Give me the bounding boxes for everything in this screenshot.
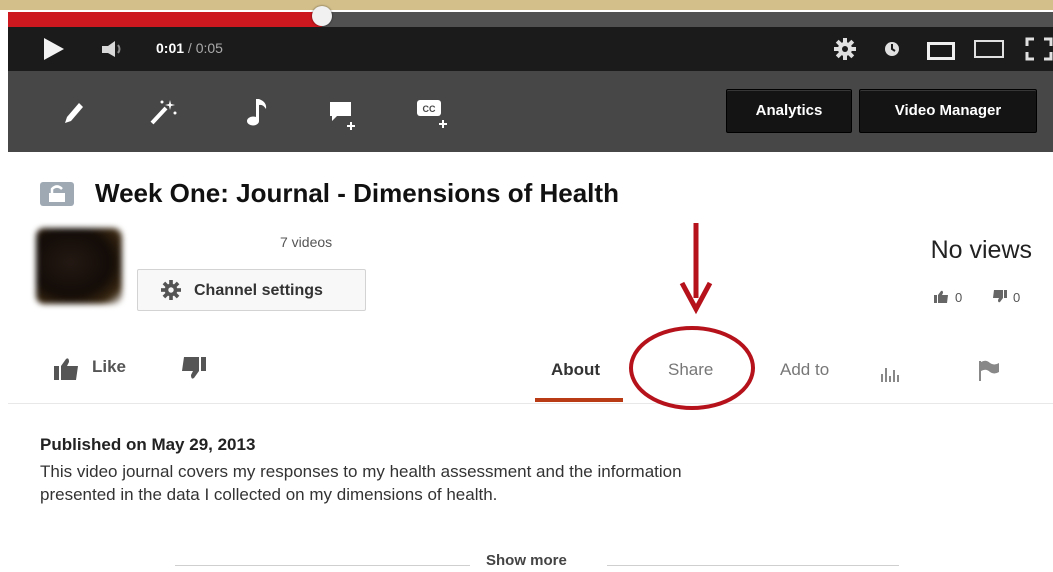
published-date: Published on May 29, 2013 — [40, 435, 256, 454]
lock-icon — [40, 182, 74, 206]
time-separator: / — [184, 40, 196, 56]
show-more-rule-right — [607, 565, 899, 566]
dislike-button[interactable] — [180, 356, 206, 380]
view-count: No views — [930, 236, 1032, 264]
show-more-rule-left — [175, 565, 470, 566]
fullscreen-icon[interactable] — [1025, 37, 1053, 61]
magic-wand-enhance-icon[interactable] — [148, 98, 178, 126]
statistics-icon[interactable] — [880, 364, 900, 382]
channel-settings-label: Channel settings — [194, 282, 323, 299]
music-note-audio-icon[interactable] — [245, 96, 269, 128]
browser-top-edge — [0, 0, 1053, 10]
dislike-count: 0 — [1013, 290, 1021, 305]
thumbs-up-icon — [54, 358, 78, 380]
video-description: This video journal covers my responses t… — [40, 462, 682, 504]
like-button[interactable]: Like — [50, 354, 142, 384]
action-row-divider — [8, 403, 1053, 404]
like-count: 0 — [955, 290, 963, 305]
player-controls-bar: 0:01 / 0:05 — [8, 27, 1053, 71]
video-manager-button[interactable]: Video Manager — [859, 89, 1037, 133]
time-total: 0:05 — [195, 40, 223, 56]
progress-handle[interactable] — [312, 6, 332, 26]
thumbs-down-small-icon — [993, 290, 1007, 303]
tab-about[interactable]: About — [551, 360, 600, 380]
video-title: Week One: Journal - Dimensions of Health — [95, 178, 619, 208]
analytics-button[interactable]: Analytics — [726, 89, 852, 133]
watch-later-icon[interactable] — [884, 41, 900, 57]
tab-add-to[interactable]: Add to — [780, 360, 829, 380]
volume-icon[interactable] — [100, 40, 126, 58]
like-label: Like — [92, 357, 127, 376]
gear-icon — [161, 280, 181, 300]
channel-avatar[interactable] — [36, 228, 122, 304]
creator-toolbar: CC Analytics Video Manager — [8, 71, 1053, 152]
time-current: 0:01 — [156, 40, 185, 56]
progress-bar[interactable] — [8, 6, 1053, 27]
flag-report-icon[interactable] — [978, 360, 1000, 382]
annotation-arrow-and-circle — [629, 223, 755, 410]
pencil-edit-icon[interactable] — [62, 100, 86, 124]
channel-video-count[interactable]: 7 videos — [280, 234, 332, 250]
settings-gear-icon[interactable] — [834, 38, 856, 60]
play-icon[interactable] — [42, 37, 66, 61]
active-tab-indicator — [535, 398, 623, 402]
channel-settings-button[interactable]: Channel settings — [137, 269, 366, 311]
annotations-icon[interactable] — [327, 99, 359, 131]
time-display: 0:01 / 0:05 — [156, 40, 223, 56]
small-player-icon[interactable] — [927, 42, 955, 60]
captions-cc-icon[interactable]: CC — [415, 97, 451, 129]
show-more-button[interactable]: Show more — [486, 552, 567, 569]
svg-text:CC: CC — [423, 104, 436, 114]
progress-fill — [8, 12, 322, 27]
thumbs-up-small-icon — [934, 290, 948, 303]
large-player-icon[interactable] — [974, 40, 1004, 58]
